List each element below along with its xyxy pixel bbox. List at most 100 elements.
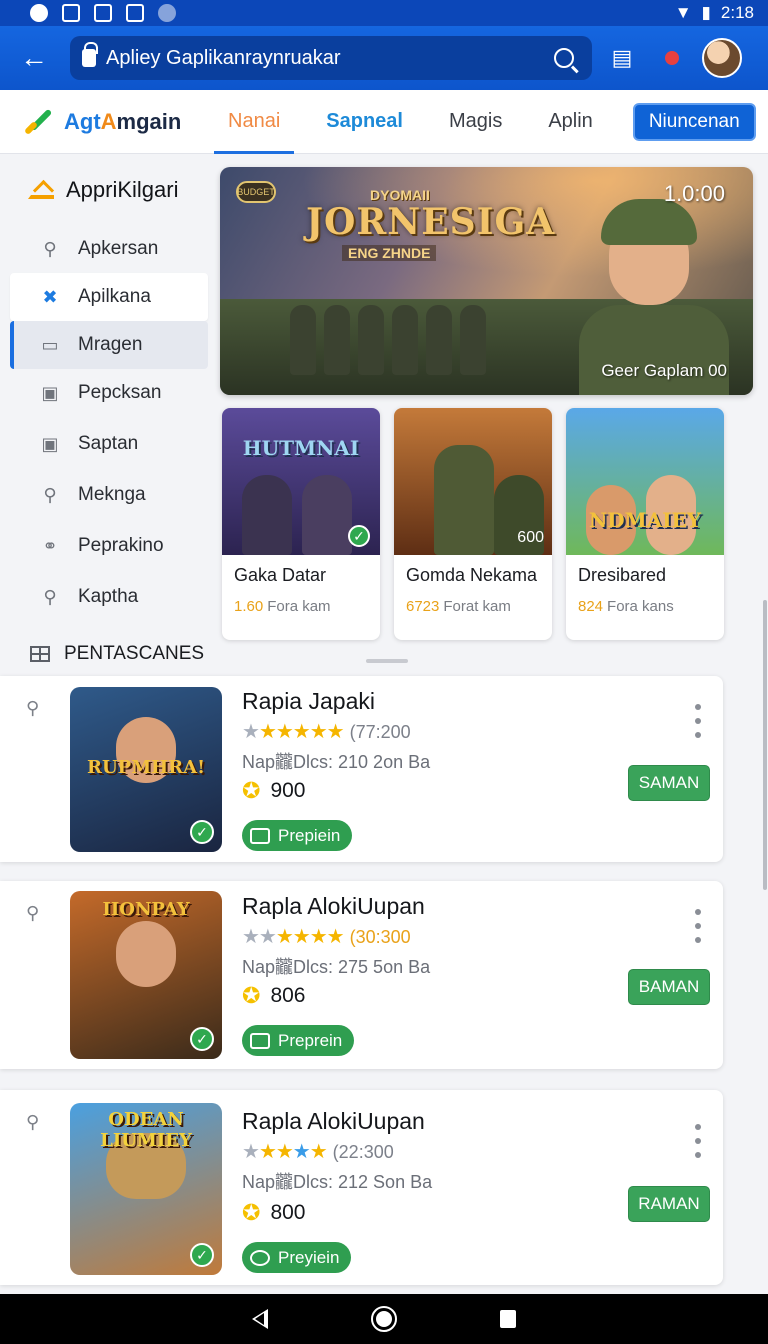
drag-handle[interactable] [366, 659, 408, 663]
downloads-text: Nap龖Dlcs: 212 Son Ba [242, 1172, 433, 1192]
battery-icon: ▮ [701, 3, 711, 22]
pin-icon[interactable]: ⚲ [26, 1112, 48, 1134]
sidebar-heading: AppriKilgari [0, 155, 212, 225]
list-item[interactable]: ⚲ IIONPAY ✓ Rapla AlokiUupan ★★★★★★ (30:3… [0, 881, 723, 1069]
tag-icon: ⚭ [42, 535, 58, 556]
app-bar: ← ▤ [0, 26, 768, 90]
search-icon: ⚲ [43, 238, 57, 259]
app-title: Rapla AlokiUupan [242, 893, 425, 919]
game-stat-value: 1.60 [234, 598, 264, 615]
downloads-text: Nap龖Dlcs: 210 2on Ba [242, 752, 431, 772]
image-notification-icon [62, 4, 80, 22]
notification-bell-icon[interactable] [652, 38, 692, 78]
game-name: Dresibared [578, 565, 667, 585]
check-circle-icon [250, 1249, 270, 1266]
coin-icon: ✪ [242, 1200, 261, 1225]
sidebar-item-kaptha[interactable]: ⚲ Kaptha [10, 573, 208, 621]
featured-game-card[interactable]: NDMAIEY Dresibared 824 Fora kans [566, 408, 724, 640]
avatar[interactable] [702, 38, 742, 78]
back-arrow-icon[interactable]: ← [14, 38, 54, 78]
sidebar-item-pepcksan[interactable]: ▣ Pepcksan [10, 369, 208, 417]
install-button[interactable]: BAMAN [628, 969, 710, 1005]
grid-icon [30, 646, 50, 662]
app-title: Rapia Japaki [242, 688, 375, 714]
verified-check-icon: ✓ [190, 820, 214, 844]
book-icon[interactable]: ▤ [602, 38, 642, 78]
featured-game-card[interactable]: HUTMNAI ✓ Gaka Datar 1.60 Fora kam [222, 408, 380, 640]
nav-back-icon[interactable] [251, 1309, 268, 1329]
featured-game-card[interactable]: 600 Gomda Nekama 6723 Forat kam [394, 408, 552, 640]
hero-timer: 1.0:00 [663, 181, 725, 206]
game-stat-value: 824 [578, 598, 604, 615]
status-chip[interactable]: Preyiein [242, 1242, 352, 1273]
price-value: 806 [270, 984, 306, 1007]
card-icon: ▭ [41, 334, 59, 355]
sidebar-item-peprakino[interactable]: ⚭ Peprakino [10, 522, 208, 570]
game-stat-unit: Forat kam [443, 598, 511, 615]
sidebar-item-saptan[interactable]: ▣ Saptan [10, 420, 208, 468]
bag-icon: ▣ [41, 382, 59, 403]
hero-banner[interactable]: BUDGET DYOMAII JORNESIGA ENG ZHNDE 1.0:0… [220, 167, 753, 395]
sidebar-item-apkersan[interactable]: ⚲ Apkersan [10, 225, 208, 273]
edit-notification-icon [94, 4, 112, 22]
tab-bar: AgtAmgain Nanai Sapneal Magis Aplin Niun… [0, 90, 768, 154]
pin-icon: ⚲ [43, 484, 57, 505]
sidebar-item-mekng[interactable]: ⚲ Mekngа [10, 471, 208, 519]
coin-icon: ✪ [242, 983, 261, 1008]
lock-icon [82, 42, 98, 67]
game-stat-unit: Fora kans [607, 598, 674, 615]
search-input[interactable] [106, 46, 554, 70]
app-logo[interactable]: AgtAmgain [24, 107, 214, 137]
install-button[interactable]: SAMAN [628, 765, 710, 801]
tab-aplin[interactable]: Aplin [534, 90, 606, 154]
status-chip[interactable]: Prepiein [242, 820, 353, 851]
logo-icon [24, 107, 54, 137]
list-item[interactable]: ⚲ ODEAN LIUMIEY ✓ Rapla AlokiUupan ★★★★★… [0, 1090, 723, 1285]
verified-check-icon: ✓ [348, 525, 370, 547]
ticket-icon [250, 1032, 270, 1049]
downloads-text: Nap龖Dlcs: 275 5on Ba [242, 957, 431, 977]
status-chip[interactable]: Preprein [242, 1025, 355, 1056]
sync-notification-icon [158, 4, 176, 22]
install-button[interactable]: RAMAN [628, 1186, 710, 1222]
game-thumbnail: NDMAIEY [566, 408, 724, 555]
soldiers-illustration [290, 295, 510, 375]
pin-icon[interactable]: ⚲ [26, 698, 48, 720]
controller-icon: ✖ [42, 286, 58, 307]
more-options-icon[interactable] [690, 704, 706, 738]
primary-cta-button[interactable]: Niuncenan [632, 102, 756, 141]
search-bar[interactable] [70, 36, 592, 80]
scrollbar[interactable] [763, 600, 767, 890]
star-rating: ★★★★★★ (77:200 [242, 721, 411, 743]
search-icon: ⚲ [43, 586, 57, 607]
app-title: Rapla AlokiUupan [242, 1108, 425, 1134]
wifi-icon: ▼ [674, 3, 692, 22]
game-stat-value: 6723 [406, 598, 440, 615]
status-time: 2:18 [720, 3, 754, 22]
hero-title: JORNESIGA [306, 201, 556, 243]
more-options-icon[interactable] [690, 1124, 706, 1158]
hero-caption: Geer Gaplam 00 [601, 361, 727, 380]
tab-sapneal[interactable]: Sapneal [312, 90, 417, 154]
app-thumbnail: IIONPAY ✓ [70, 891, 222, 1059]
sidebar-item-apilkana[interactable]: ✖ Apilkana [10, 273, 208, 321]
sidebar-item-mragen[interactable]: ▭ Mragen [10, 321, 208, 369]
nav-recents-icon[interactable] [500, 1310, 517, 1328]
game-thumbnail: HUTMNAI ✓ [222, 408, 380, 555]
tab-magis[interactable]: Magis [435, 90, 516, 154]
app-notification-icon [30, 4, 48, 22]
hero-badge: BUDGET [236, 181, 276, 203]
sidebar: AppriKilgari ⚲ Apkersan ✖ Apilkana ▭ Mra… [0, 155, 212, 665]
system-nav-bar [0, 1294, 768, 1344]
game-thumbnail: 600 [394, 408, 552, 555]
pin-icon[interactable]: ⚲ [26, 903, 48, 925]
price-value: 900 [270, 779, 306, 802]
tab-nanai[interactable]: Nanai [214, 90, 295, 154]
verified-check-icon: ✓ [190, 1243, 214, 1267]
list-item[interactable]: ⚲ RUPMHRA! ✓ Rapia Japaki ★★★★★★ (77:200 … [0, 676, 723, 862]
nav-home-icon[interactable] [370, 1306, 397, 1332]
sidebar-section-title: PENTASCANES [0, 643, 212, 665]
more-options-icon[interactable] [690, 909, 706, 943]
search-icon[interactable] [554, 48, 574, 68]
price-value: 800 [270, 1201, 306, 1224]
